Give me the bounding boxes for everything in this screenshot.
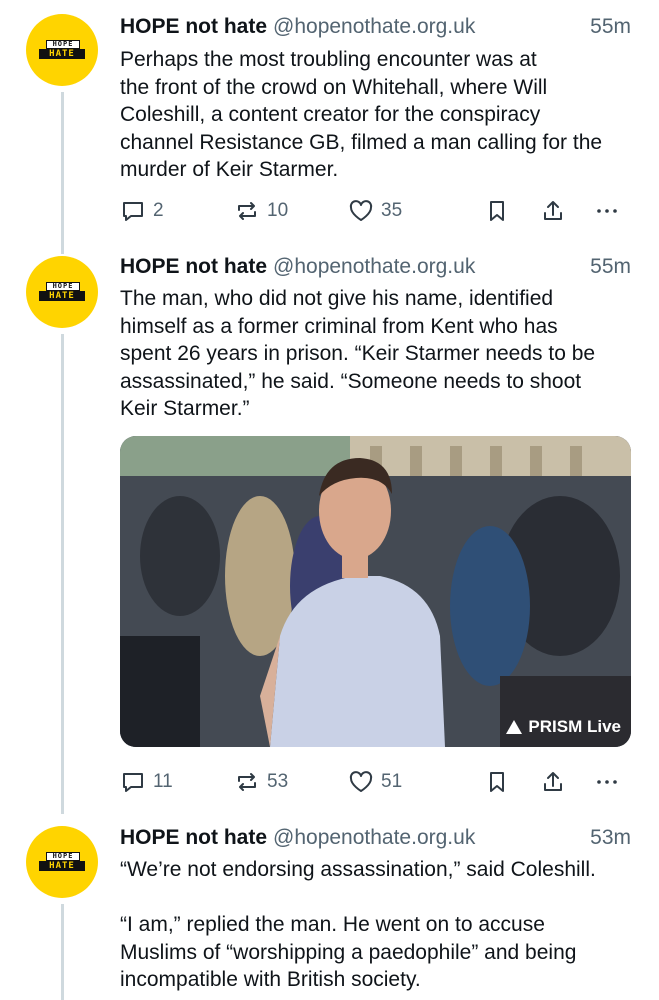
post-text: “We’re not endorsing assassination,” sai… [120,858,596,992]
post-header: HOPE not hate @hopenothate.org.uk 53m [120,826,631,850]
repost-count: 10 [267,200,289,221]
thread-line [61,334,64,814]
more-icon [597,780,617,784]
action-bar: 2 10 35 [120,196,625,226]
reply-button[interactable]: 11 [120,767,173,797]
video-thumbnail[interactable]: PRISM Live [120,436,631,747]
thread-line [61,904,64,1000]
avatar[interactable]: HOPE HATE [26,826,98,898]
reply-button[interactable]: 2 [120,196,164,226]
author-name[interactable]: HOPE not hate [120,826,267,849]
hope-not-hate-logo: HOPE HATE [39,852,85,872]
more-icon [597,209,617,213]
bookmark-icon [490,772,504,792]
avatar[interactable]: HOPE HATE [26,256,98,328]
prism-live-icon [506,720,523,734]
post-header: HOPE not hate @hopenothate.org.uk 55m [120,255,631,279]
share-icon [544,772,562,791]
share-button[interactable] [540,767,566,797]
bookmark-button[interactable] [484,196,510,226]
repost-count: 53 [267,771,289,792]
post-text: The man, who did not give his name, iden… [120,287,596,421]
repost-button[interactable]: 10 [234,196,288,226]
like-button[interactable]: 35 [348,196,402,226]
reply-count: 11 [153,771,173,792]
repost-icon [238,202,256,220]
more-button[interactable] [594,767,620,797]
watermark: PRISM Live [506,717,621,737]
like-count: 51 [381,771,403,792]
share-button[interactable] [540,196,566,226]
reply-icon [123,773,143,792]
author-handle[interactable]: @hopenothate.org.uk [273,255,475,278]
like-icon [349,200,373,221]
bookmark-icon [490,201,504,221]
share-icon [544,201,562,220]
author-name[interactable]: HOPE not hate [120,255,267,278]
post-text: Perhaps the most troubling encounter was… [120,48,603,182]
timestamp[interactable]: 53m [590,826,631,850]
crowd-photo [120,436,631,747]
bookmark-button[interactable] [484,767,510,797]
timestamp[interactable]: 55m [590,255,631,279]
reply-icon [123,202,143,221]
reply-count: 2 [153,200,164,221]
timestamp[interactable]: 55m [590,15,631,39]
author-handle[interactable]: @hopenothate.org.uk [273,826,475,849]
more-button[interactable] [594,196,620,226]
repost-icon [238,773,256,791]
like-icon [349,771,373,792]
like-button[interactable]: 51 [348,767,402,797]
avatar[interactable]: HOPE HATE [26,14,98,86]
action-bar: 11 53 51 [120,767,625,797]
hope-not-hate-logo: HOPE HATE [39,282,85,302]
like-count: 35 [381,200,403,221]
post-header: HOPE not hate @hopenothate.org.uk 55m [120,15,631,39]
author-handle[interactable]: @hopenothate.org.uk [273,15,475,38]
post[interactable]: HOPE HATE HOPE not hate @hopenothate.org.… [0,0,659,250]
hope-not-hate-logo: HOPE HATE [39,40,85,60]
author-name[interactable]: HOPE not hate [120,15,267,38]
repost-button[interactable]: 53 [234,767,288,797]
